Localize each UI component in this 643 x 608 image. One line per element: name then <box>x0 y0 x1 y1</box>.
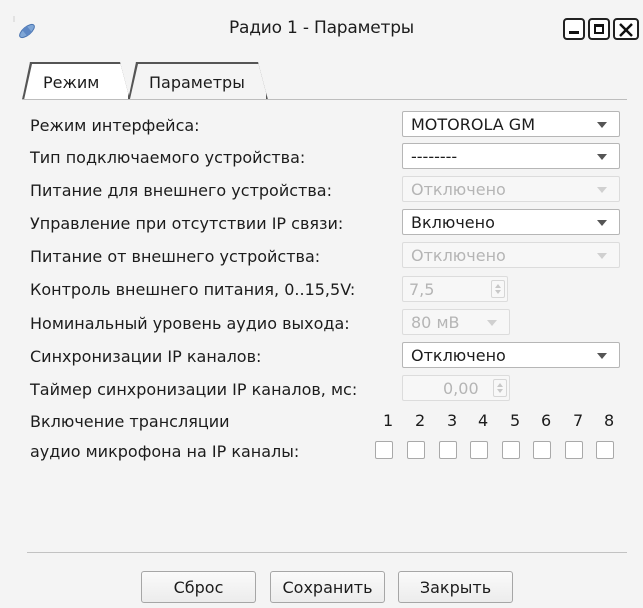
chevron-down-icon <box>597 187 607 193</box>
tab-divider <box>22 99 627 100</box>
audio-out-level-select: 80 мВ <box>402 309 510 335</box>
close-icon <box>619 23 633 37</box>
power-from-external-value: Отключено <box>411 246 506 265</box>
interface-mode-select[interactable]: MOTOROLA GM <box>402 111 620 137</box>
external-power-control-value: 7,5 <box>409 280 435 299</box>
maximize-button[interactable] <box>588 18 610 40</box>
chevron-down-icon <box>597 154 607 160</box>
tab-parameters[interactable]: Параметры <box>128 62 268 100</box>
mic-broadcast-label-line1: Включение трансляции <box>30 412 230 431</box>
interface-mode-label: Режим интерфейса: <box>30 116 200 135</box>
channel-1-checkbox[interactable] <box>375 441 393 459</box>
control-no-ip-select[interactable]: Включено <box>402 209 620 235</box>
channel-number: 2 <box>415 411 426 430</box>
power-from-external-select: Отключено <box>402 242 620 268</box>
ip-sync-label: Синхронизации IP каналов: <box>30 347 262 366</box>
interface-mode-value: MOTOROLA GM <box>411 115 535 134</box>
control-no-ip-value: Включено <box>411 213 495 232</box>
device-type-value: -------- <box>411 147 458 166</box>
save-button[interactable]: Сохранить <box>270 571 385 603</box>
close-button[interactable]: Закрыть <box>398 571 513 603</box>
spin-arrows-icon <box>493 379 507 397</box>
window-title: Радио 1 - Параметры <box>228 18 415 38</box>
close-window-button[interactable] <box>613 18 639 40</box>
channel-number: 4 <box>478 411 489 430</box>
ip-sync-timer-label: Таймер синхронизации IP каналов, мс: <box>30 380 358 399</box>
control-no-ip-label: Управление при отсутствии IP связи: <box>30 214 344 233</box>
channel-5-checkbox[interactable] <box>502 441 520 459</box>
external-power-control-spinbox: 7,5 <box>402 276 508 302</box>
ip-sync-value: Отключено <box>411 346 506 365</box>
ip-sync-select[interactable]: Отключено <box>402 342 620 368</box>
tab-parameters-label: Параметры <box>149 73 245 92</box>
channel-6-checkbox[interactable] <box>533 441 551 459</box>
channel-7-checkbox[interactable] <box>565 441 583 459</box>
ip-sync-timer-value: 0,00 <box>443 379 479 398</box>
ip-sync-timer-spinbox: 0,00 <box>402 375 510 401</box>
chevron-down-icon <box>487 320 497 326</box>
power-for-external-label: Питание для внешнего устройства: <box>30 181 332 200</box>
channel-number: 6 <box>541 411 552 430</box>
external-power-control-label: Контроль внешнего питания, 0..15,5V: <box>30 280 356 299</box>
chevron-down-icon <box>597 122 607 128</box>
channel-2-checkbox[interactable] <box>407 441 425 459</box>
tab-mode-label: Режим <box>43 73 100 92</box>
power-for-external-select: Отключено <box>402 176 620 202</box>
channel-number: 5 <box>510 411 521 430</box>
channel-number: 1 <box>383 411 394 430</box>
tab-mode[interactable]: Режим <box>22 62 130 100</box>
channel-3-checkbox[interactable] <box>439 441 457 459</box>
chevron-down-icon <box>597 353 607 359</box>
channel-4-checkbox[interactable] <box>470 441 488 459</box>
power-for-external-value: Отключено <box>411 180 506 199</box>
audio-out-level-value: 80 мВ <box>411 313 460 332</box>
reset-button[interactable]: Сброс <box>141 571 256 603</box>
chevron-down-icon <box>597 220 607 226</box>
minimize-button[interactable] <box>563 18 585 40</box>
device-type-label: Тип подключаемого устройства: <box>30 148 306 167</box>
chevron-down-icon <box>597 253 607 259</box>
device-type-select[interactable]: -------- <box>402 143 620 169</box>
title-bar: Радио 1 - Параметры <box>0 0 643 54</box>
power-from-external-label: Питание от внешнего устройства: <box>30 247 321 266</box>
footer-divider <box>27 552 627 553</box>
channel-number: 3 <box>447 411 458 430</box>
channel-number: 8 <box>604 411 615 430</box>
spin-arrows-icon <box>491 280 505 298</box>
channel-8-checkbox[interactable] <box>596 441 614 459</box>
audio-out-level-label: Номинальный уровень аудио выхода: <box>30 314 350 333</box>
mic-broadcast-label-line2: аудио микрофона на IP каналы: <box>30 442 300 461</box>
channel-number: 7 <box>573 411 584 430</box>
